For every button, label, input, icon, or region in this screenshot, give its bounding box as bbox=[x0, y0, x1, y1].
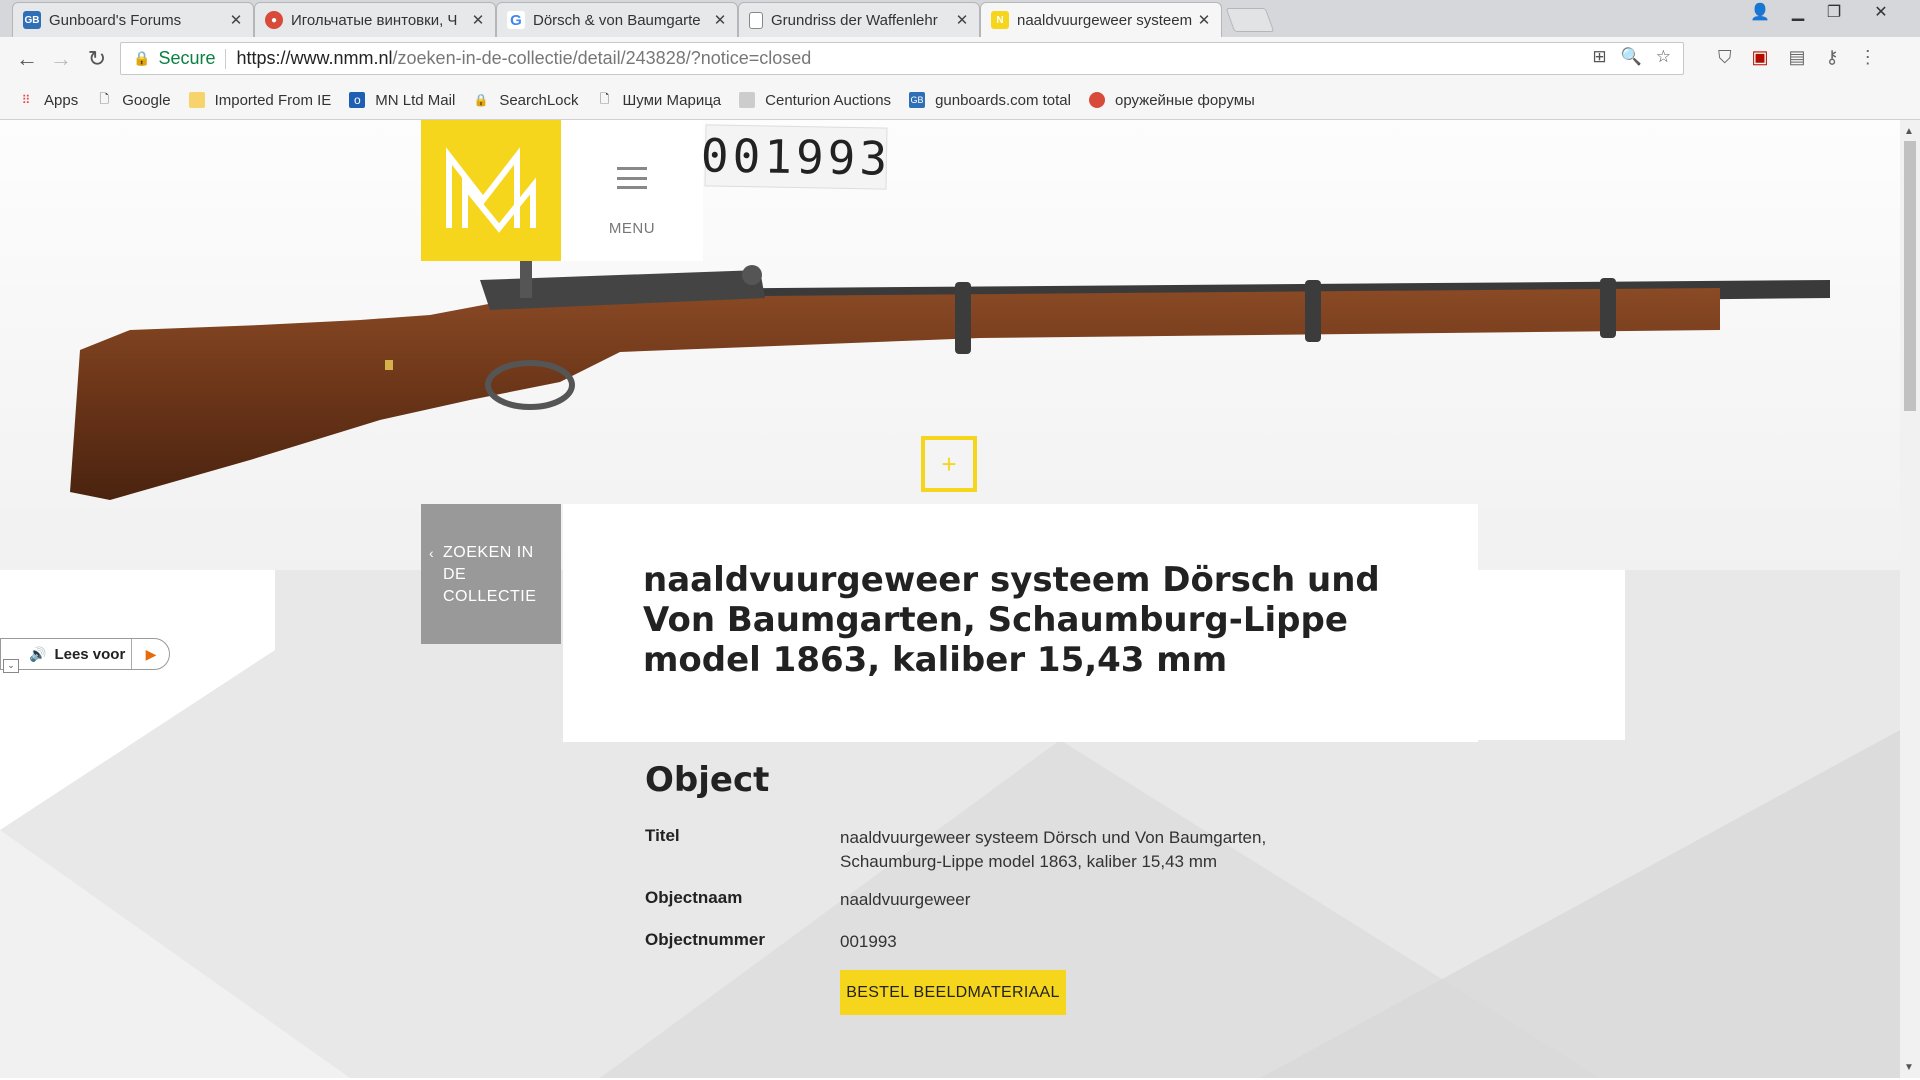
object-heading: Object bbox=[645, 760, 770, 800]
close-tab-icon[interactable]: ✕ bbox=[709, 11, 731, 29]
nmm-favicon-icon: N bbox=[991, 11, 1009, 29]
close-tab-icon[interactable]: ✕ bbox=[225, 11, 247, 29]
page-icon: 🗋 bbox=[99, 91, 110, 106]
zoom-icon[interactable]: 🔍 bbox=[1621, 47, 1642, 67]
bookmark-apps[interactable]: ⠿ Apps bbox=[18, 92, 79, 109]
back-to-collection-link[interactable]: ‹ ZOEKEN IN DE COLLECTIE bbox=[421, 504, 561, 644]
forum-favicon-icon: ● bbox=[265, 11, 283, 29]
hamburger-menu-icon bbox=[617, 167, 647, 189]
read-aloud-label: Lees voor bbox=[54, 645, 126, 663]
bookmarks-bar: ⠿ Apps 🗋 Google Imported From IE o MN Ltd M… bbox=[0, 81, 1920, 120]
page-content: MENU 001993 + ‹ ZOEKEN IN DE COLLECTIE n… bbox=[0, 120, 1900, 1078]
bookmark-searchlock[interactable]: 🔒 SearchLock bbox=[473, 92, 579, 109]
close-window-icon[interactable]: ✕ bbox=[1852, 0, 1910, 24]
play-icon[interactable]: ▶ bbox=[131, 639, 170, 669]
gb-icon: GB bbox=[909, 92, 926, 108]
restore-icon[interactable]: ❐ bbox=[1816, 0, 1852, 24]
object-number-tag: 001993 bbox=[700, 124, 892, 190]
forward-arrow-icon[interactable]: → bbox=[46, 45, 76, 73]
page-title: naaldvuurgeweer systeem Dörsch und Von B… bbox=[643, 560, 1380, 680]
speaker-icon: 🔊 bbox=[29, 645, 47, 662]
document-favicon-icon bbox=[749, 11, 763, 29]
tab-strip: GB Gunboard's Forums ✕ ● Игольчатые винт… bbox=[0, 0, 1920, 37]
scroll-down-arrow-icon[interactable]: ▼ bbox=[1904, 1062, 1914, 1073]
title-card: naaldvuurgeweer systeem Dörsch und Von B… bbox=[563, 504, 1478, 742]
order-image-button[interactable]: BESTEL BEELDMATERIAAL bbox=[840, 970, 1066, 1015]
url-host: https://www.nmm.nl bbox=[236, 48, 393, 68]
nmm-logo[interactable] bbox=[421, 120, 561, 261]
gunboards-favicon-icon: GB bbox=[23, 11, 41, 29]
apps-grid-icon: ⠿ bbox=[21, 93, 31, 107]
translate-icon[interactable]: ⊞ bbox=[1592, 47, 1606, 67]
site-icon bbox=[739, 92, 756, 108]
reload-icon[interactable]: ↻ bbox=[82, 45, 112, 73]
folder-icon bbox=[188, 92, 205, 108]
tab-google-search[interactable]: G Dörsch & von Baumgarte ✕ bbox=[496, 2, 738, 37]
bookmark-mn-ltd-mail[interactable]: o MN Ltd Mail bbox=[349, 92, 455, 109]
chevron-down-icon[interactable]: ⌄ bbox=[3, 659, 19, 673]
read-aloud-widget[interactable]: ⌄ 🔊 Lees voor ▶ bbox=[0, 638, 170, 673]
url-path: /zoeken-in-de-collectie/detail/243828/?n… bbox=[392, 48, 812, 68]
bookmark-shumi-maritsa[interactable]: 🗋 Шуми Марица bbox=[597, 91, 721, 109]
rifle-image bbox=[70, 258, 1830, 500]
extension-key-icon[interactable]: ⚷ bbox=[1826, 47, 1839, 68]
field-value: 001993 bbox=[840, 932, 897, 951]
bookmark-centurion-auctions[interactable]: Centurion Auctions bbox=[739, 92, 891, 109]
hero-image bbox=[0, 120, 1900, 570]
tab-nmm-active[interactable]: N naaldvuurgeweer systeem ✕ bbox=[980, 2, 1222, 37]
field-value: naaldvuurgeweer systeem Dörsch und Von B… bbox=[840, 828, 1267, 871]
secure-label: Secure bbox=[158, 48, 216, 68]
field-label: Objectnummer bbox=[645, 930, 765, 949]
tab-russian-forum[interactable]: ● Игольчатые винтовки, Ч ✕ bbox=[254, 2, 496, 37]
bookmark-imported-from-ie[interactable]: Imported From IE bbox=[188, 92, 331, 109]
bookmark-star-icon[interactable]: ☆ bbox=[1656, 47, 1671, 67]
outlook-icon: o bbox=[349, 92, 366, 108]
zoom-image-button[interactable]: + bbox=[921, 436, 977, 492]
bookmark-google[interactable]: 🗋 Google bbox=[96, 92, 170, 109]
bookmark-weapon-forums[interactable]: оружейные форумы bbox=[1088, 92, 1255, 109]
address-bar[interactable]: 🔒 Secure https://www.nmm.nl/zoeken-in-de… bbox=[120, 42, 1684, 75]
site-icon bbox=[1088, 92, 1105, 108]
nmm-logo-icon bbox=[446, 147, 536, 233]
bookmark-gunboards[interactable]: GB gunboards.com total bbox=[909, 92, 1071, 109]
menu-label: MENU bbox=[608, 220, 656, 237]
lock-icon: 🔒 bbox=[473, 93, 489, 107]
menu-button[interactable]: MENU bbox=[561, 120, 703, 261]
close-tab-icon[interactable]: ✕ bbox=[951, 11, 973, 29]
tab-grundriss[interactable]: Grundriss der Waffenlehr ✕ bbox=[738, 2, 980, 37]
chevron-left-icon: ‹ bbox=[429, 545, 435, 561]
scroll-up-arrow-icon[interactable]: ▲ bbox=[1904, 126, 1914, 137]
minimize-icon[interactable]: ▁ bbox=[1780, 0, 1816, 24]
field-label: Objectnaam bbox=[645, 888, 743, 907]
google-favicon-icon: G bbox=[507, 11, 525, 29]
tab-gunboards[interactable]: GB Gunboard's Forums ✕ bbox=[12, 2, 254, 37]
pdf-extension-icon[interactable]: ▣ bbox=[1752, 47, 1769, 68]
page-icon: 🗋 bbox=[599, 91, 610, 106]
field-value: naaldvuurgeweer bbox=[840, 890, 971, 909]
back-link-label: ZOEKEN IN DE COLLECTIE bbox=[443, 544, 537, 605]
chrome-menu-icon[interactable]: ⋮ bbox=[1859, 47, 1877, 68]
extension-shield-icon[interactable]: ⛉ bbox=[1718, 47, 1732, 68]
scrollbar-thumb[interactable] bbox=[1904, 141, 1916, 411]
field-label: Titel bbox=[645, 826, 680, 845]
close-tab-icon[interactable]: ✕ bbox=[1193, 11, 1215, 29]
lock-icon: 🔒 bbox=[133, 50, 151, 66]
profile-icon[interactable]: 👤 bbox=[1742, 0, 1778, 24]
close-tab-icon[interactable]: ✕ bbox=[467, 11, 489, 29]
page-scrollbar[interactable]: ▲ ▼ bbox=[1900, 120, 1920, 1078]
new-tab-button[interactable] bbox=[1225, 8, 1275, 32]
back-arrow-icon[interactable]: ← bbox=[12, 45, 42, 73]
extension-cast-icon[interactable]: ▤ bbox=[1789, 47, 1806, 68]
